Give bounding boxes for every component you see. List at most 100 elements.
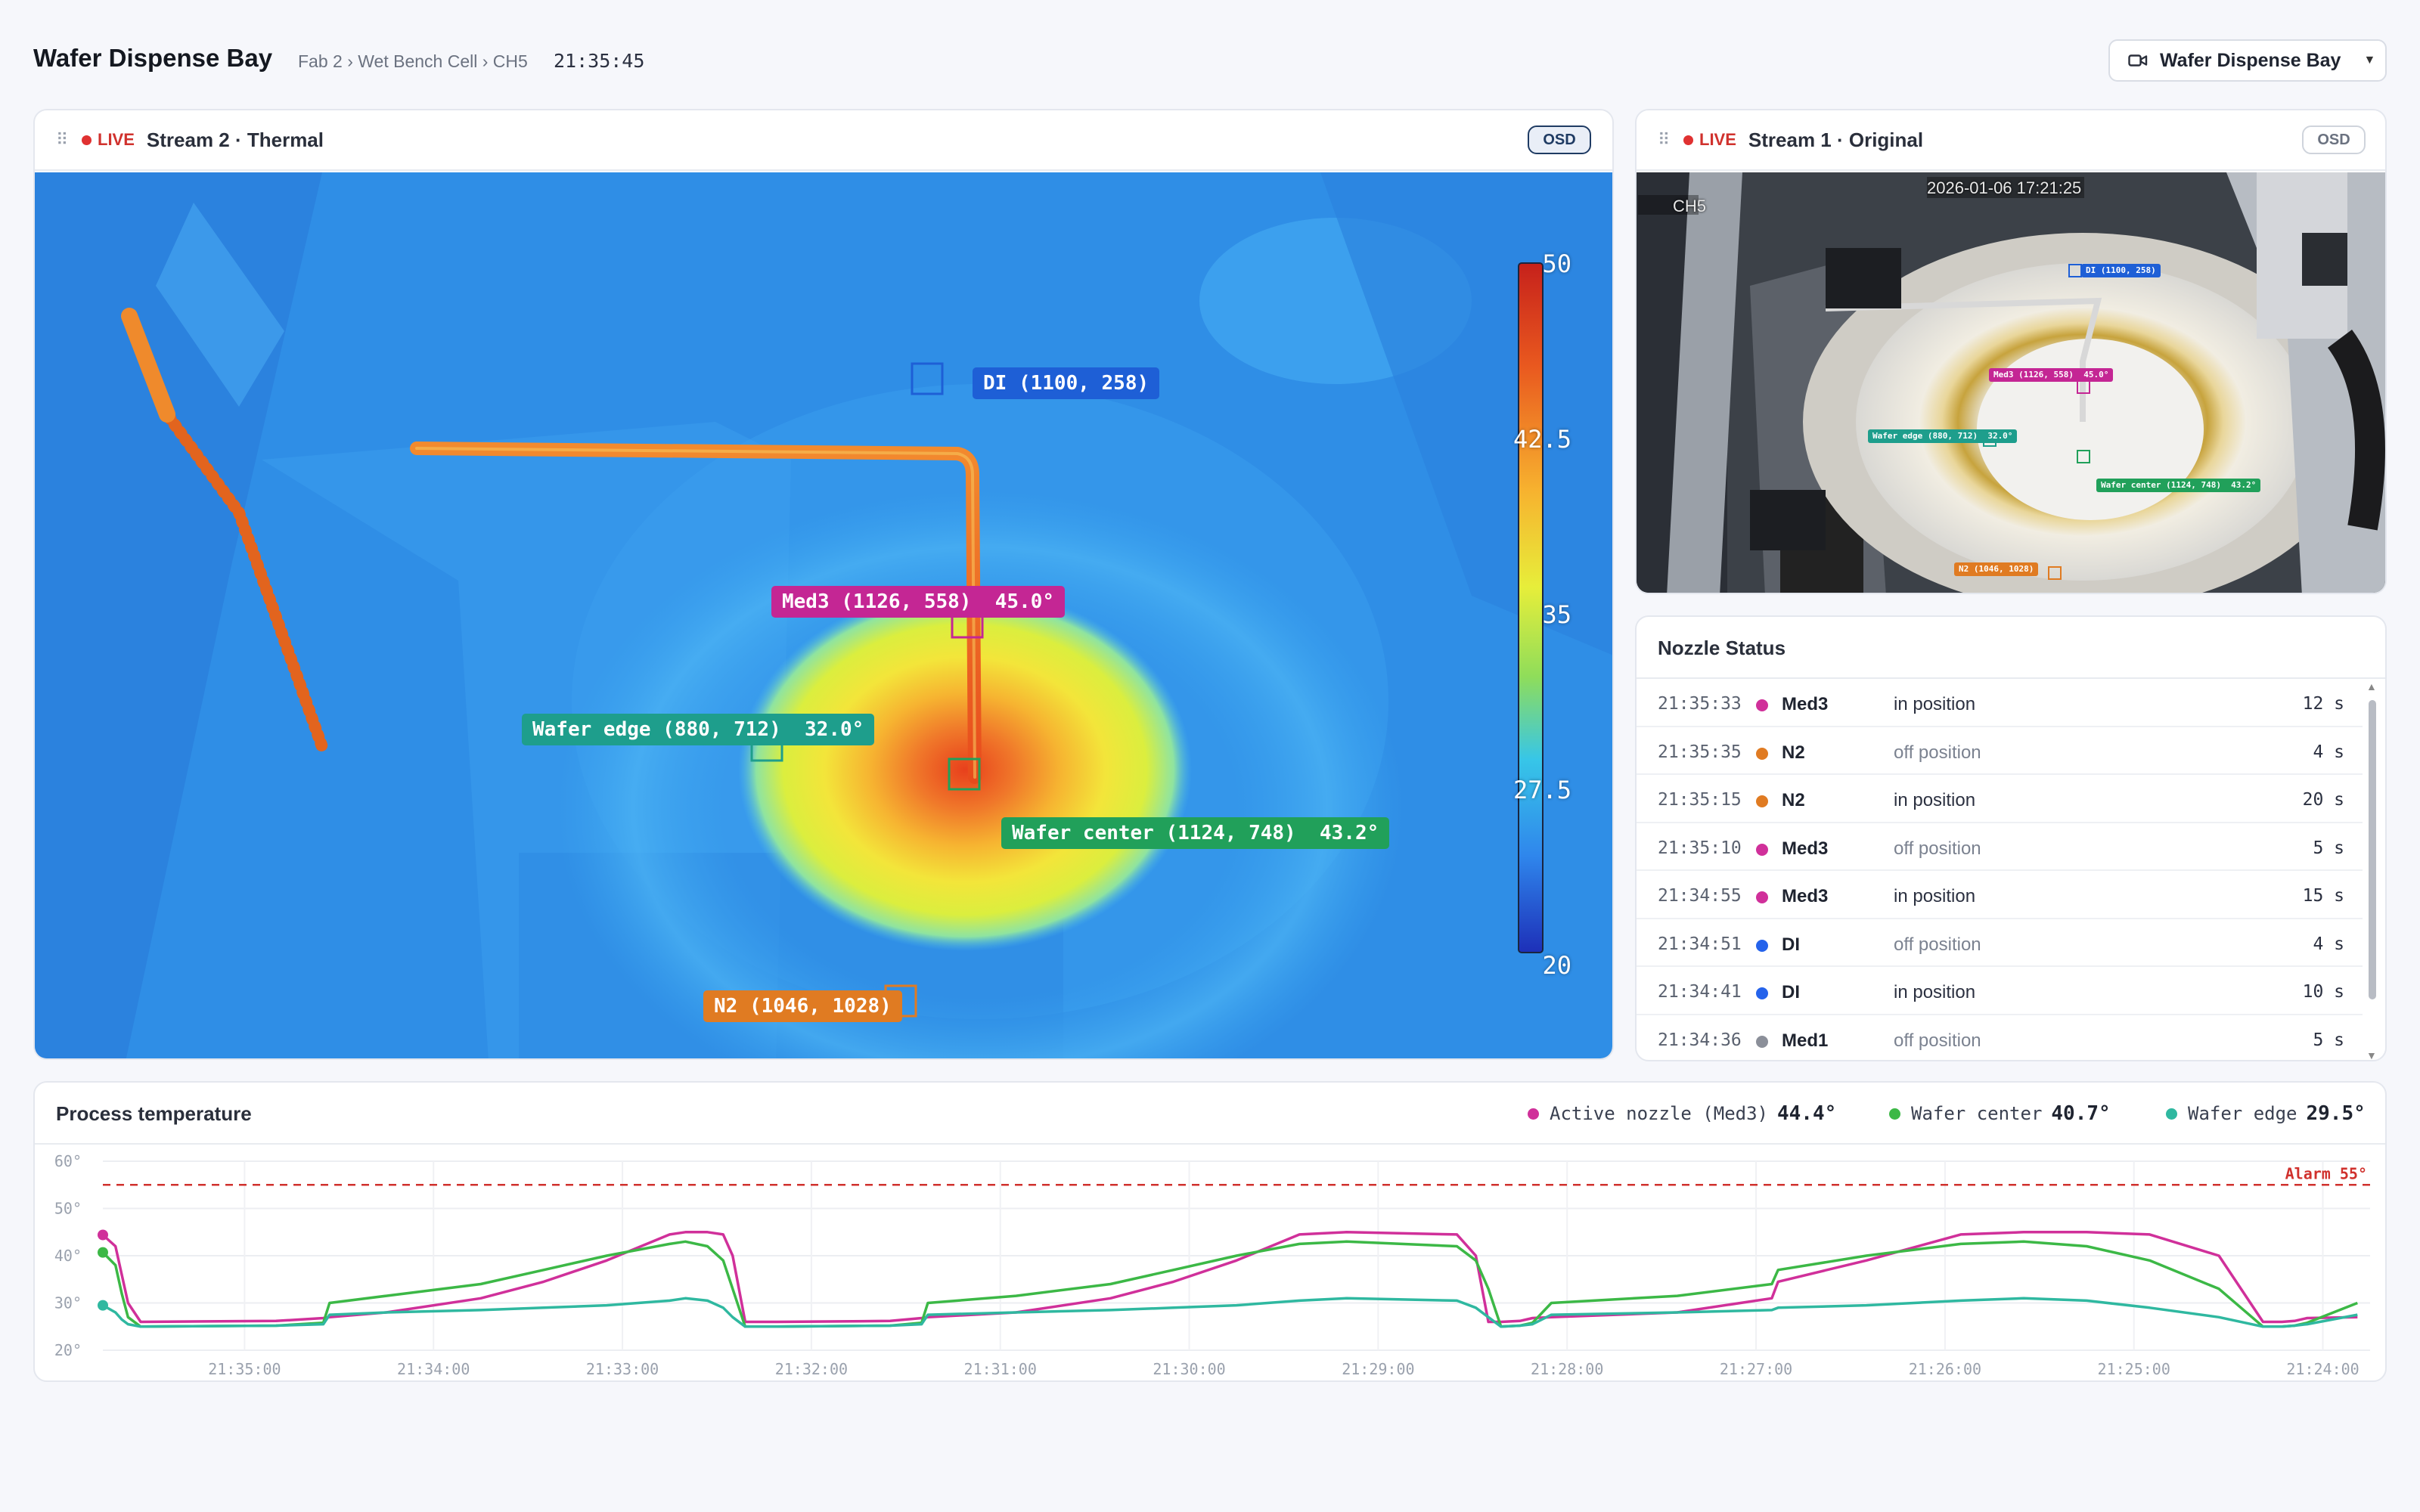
original-stream-panel: ⠿ LIVE Stream 1 · Original OSD CH5 2026-… (1635, 109, 2387, 594)
nozzle-state: off position (1894, 838, 1981, 859)
roi-label-n2[interactable]: N2 (1046, 1028) (703, 990, 902, 1022)
nozzle-state: in position (1894, 886, 1976, 906)
original-osd-toggle[interactable]: OSD (2302, 125, 2366, 154)
scale-label-3: 35 (1542, 600, 1571, 629)
roi-label-di[interactable]: DI (1100, 258) (973, 367, 1160, 399)
nozzle-status-row[interactable]: 21:35:33 Med3 in position 12 s (1637, 679, 2363, 727)
process-temperature-title: Process temperature (56, 1102, 252, 1125)
nozzle-status-row[interactable]: 21:34:55 Med3 in position 15 s (1637, 871, 2363, 919)
event-time: 21:35:10 (1658, 838, 1742, 858)
nozzle-duration: 5 s (2313, 838, 2344, 858)
series-current-point-1 (98, 1247, 108, 1258)
original-video-frame[interactable]: CH5 2026-01-06 17:21:25 DI (1100, 258) M… (1637, 172, 2385, 593)
event-time: 21:34:55 (1658, 886, 1742, 906)
nozzle-name: DI (1782, 982, 1800, 1002)
nozzle-duration: 15 s (2302, 886, 2344, 906)
nozzle-status-row[interactable]: 21:35:10 Med3 off position 5 s (1637, 823, 2363, 871)
y-tick-label: 20° (54, 1341, 82, 1359)
nozzle-color-dot (1756, 843, 1768, 856)
x-tick-label: 21:31:00 (964, 1360, 1037, 1378)
legend-label: Wafer center (1911, 1103, 2043, 1124)
roi-label-med3[interactable]: Med3 (1126, 558) 45.0° (771, 586, 1066, 618)
series-line-0 (101, 1231, 2358, 1324)
nozzle-state: in position (1894, 982, 1976, 1002)
nozzle-duration: 5 s (2313, 1030, 2344, 1050)
nozzle-color-dot (1756, 795, 1768, 807)
nozzle-state: in position (1894, 790, 1976, 810)
legend-dot (1528, 1108, 1539, 1120)
nozzle-status-row[interactable]: 21:34:51 DI off position 4 s (1637, 919, 2363, 967)
x-tick-label: 21:32:00 (775, 1360, 848, 1378)
process-temperature-chart[interactable]: 60° 50° 40° 30° 20° 21:35:00 21:34:00 21:33:00 2… (35, 1145, 2385, 1382)
nozzle-status-row[interactable]: 21:34:41 DI in position 10 s (1637, 967, 2363, 1015)
scrollbar-thumb[interactable] (2369, 700, 2376, 999)
legend-value: 40.7° (2051, 1102, 2111, 1125)
thermal-video-frame[interactable]: 50 42.5 35 27.5 20 DI (1100, 258) Med3 (… (35, 172, 1612, 1058)
legend-label: Active nozzle (Med3) (1550, 1103, 1768, 1124)
drag-handle-icon[interactable]: ⠿ (56, 130, 76, 150)
nozzle-status-row[interactable]: 21:34:36 Med1 off position 5 s (1637, 1015, 2363, 1061)
live-indicator-dot (1683, 135, 1693, 145)
clock: 21:35:45 (554, 50, 645, 72)
scroll-up-icon[interactable]: ▲ (2366, 680, 2377, 692)
nozzle-duration: 10 s (2302, 982, 2344, 1002)
series-current-point-0 (98, 1229, 108, 1241)
legend-item-active-nozzle: Active nozzle (Med3) 44.4° (1528, 1102, 1836, 1125)
event-time: 21:34:51 (1658, 934, 1742, 954)
event-time: 21:35:35 (1658, 742, 1742, 762)
x-tick-label: 21:33:00 (586, 1360, 659, 1378)
mini-roi-label-wafer-edge[interactable]: Wafer edge (880, 712) 32.0° (1868, 429, 2018, 443)
series-line-1 (101, 1240, 2358, 1328)
nozzle-status-panel: Nozzle Status 21:35:33 Med3 in position 12 … (1635, 615, 2387, 1061)
nozzle-color-dot (1756, 987, 1768, 999)
nozzle-status-list[interactable]: 21:35:33 Med3 in position 12 s 21:35:35 N2 off… (1637, 679, 2363, 1061)
roi-label-wafer-center[interactable]: Wafer center (1124, 748) 43.2° (1001, 817, 1390, 849)
nozzle-status-row[interactable]: 21:35:35 N2 off position 4 s (1637, 727, 2363, 775)
drag-handle-icon[interactable]: ⠿ (1658, 130, 1677, 150)
original-stream-header: ⠿ LIVE Stream 1 · Original OSD (1637, 110, 2385, 171)
y-tick-label: 60° (54, 1152, 82, 1170)
camera-select[interactable]: Wafer Dispense Bay ▼ (2108, 39, 2387, 82)
x-tick-label: 21:24:00 (2286, 1360, 2359, 1378)
top-bar: Wafer Dispense Bay Fab 2 › Wet Bench Cel… (33, 39, 2387, 82)
legend-item-wafer-center: Wafer center 40.7° (1889, 1102, 2111, 1125)
x-tick-label: 21:35:00 (208, 1360, 281, 1378)
x-tick-label: 21:26:00 (1909, 1360, 1981, 1378)
breadcrumb[interactable]: Fab 2 › Wet Bench Cell › CH5 (298, 51, 528, 72)
scroll-down-icon[interactable]: ▼ (2366, 1049, 2377, 1060)
nozzle-duration: 4 s (2313, 934, 2344, 954)
nozzle-state: off position (1894, 1030, 1981, 1051)
nozzle-list-scrollbar[interactable]: ▲ ▼ (2363, 679, 2381, 1060)
nozzle-name: Med3 (1782, 886, 1829, 906)
mini-roi-label-di[interactable]: DI (1100, 258) (2081, 264, 2161, 277)
nozzle-status-row[interactable]: 21:35:15 N2 in position 20 s (1637, 775, 2363, 823)
y-tick-label: 40° (54, 1247, 82, 1265)
camera-select-label: Wafer Dispense Bay (2160, 49, 2341, 71)
mini-roi-label-wafer-center[interactable]: Wafer center (1124, 748) 43.2° (2096, 479, 2261, 492)
timestamp-overlay: 2026-01-06 17:21:25 (1927, 178, 2082, 197)
nozzle-name: N2 (1782, 790, 1805, 810)
event-time: 21:35:15 (1658, 790, 1742, 810)
scale-label-max: 50 (1542, 249, 1571, 278)
x-tick-label: 21:34:00 (397, 1360, 470, 1378)
original-stream-title: Stream 1 · Original (1748, 128, 1924, 151)
nozzle-state: in position (1894, 694, 1976, 714)
x-tick-label: 21:27:00 (1720, 1360, 1792, 1378)
y-tick-label: 30° (54, 1294, 82, 1312)
scale-label-2: 42.5 (1512, 425, 1571, 454)
nozzle-color-dot (1756, 1035, 1768, 1048)
legend-dot (1889, 1108, 1900, 1120)
caret-down-icon: ▼ (2363, 54, 2376, 67)
wafer-heat-zone (738, 588, 1192, 951)
nozzle-name: Med1 (1782, 1030, 1829, 1051)
page-title: Wafer Dispense Bay (33, 44, 273, 72)
roi-label-wafer-edge[interactable]: Wafer edge (880, 712) 32.0° (522, 714, 875, 745)
process-temperature-panel: Process temperature Active nozzle (Med3)… (33, 1081, 2387, 1382)
mini-roi-label-med3[interactable]: Med3 (1126, 558) 45.0° (1989, 368, 2114, 382)
nozzle-color-dot (1756, 891, 1768, 903)
mini-roi-label-n2[interactable]: N2 (1046, 1028) (1954, 562, 2039, 576)
thermal-osd-toggle[interactable]: OSD (1528, 125, 1591, 154)
nozzle-name: Med3 (1782, 694, 1829, 714)
channel-overlay: CH5 (1673, 197, 1707, 215)
nozzle-color-dot (1756, 747, 1768, 760)
